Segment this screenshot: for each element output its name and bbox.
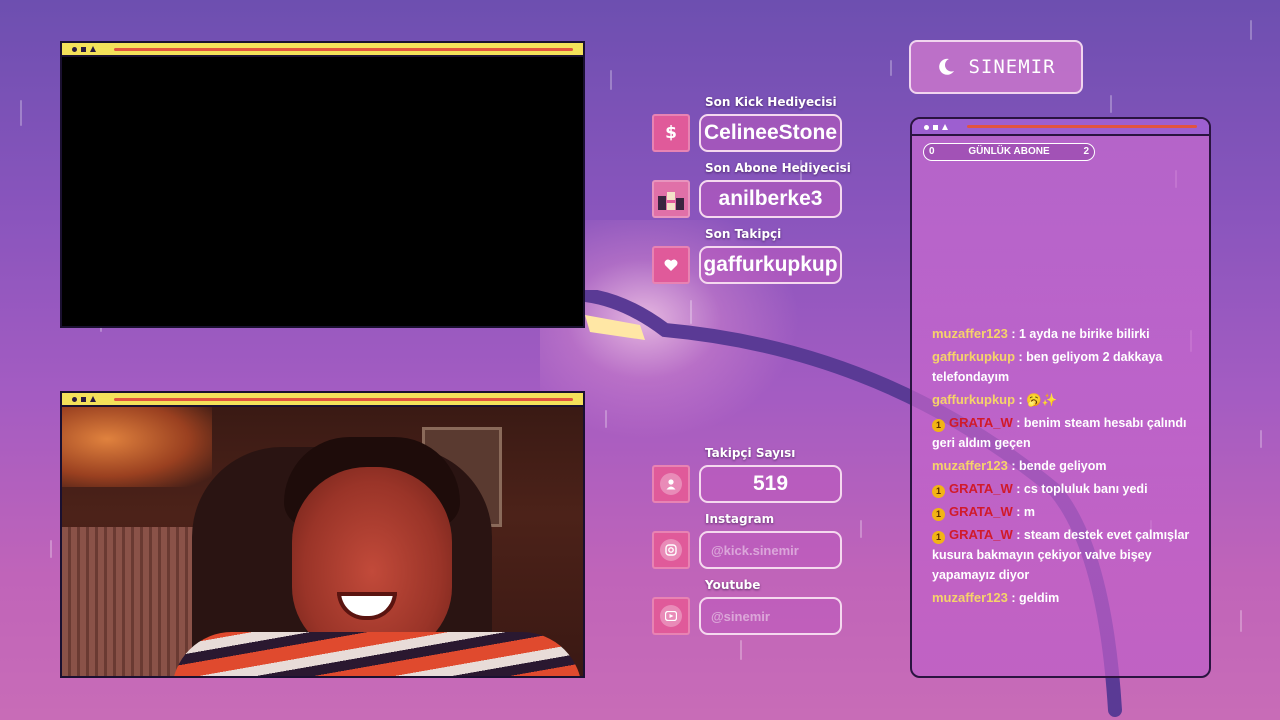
webcam-window (60, 391, 585, 678)
last-sub-gifter-label: Son Abone Hediyecisi (705, 161, 851, 175)
subscriber-badge-icon: 1 (932, 485, 945, 498)
cam-shirt (172, 632, 582, 676)
chat-message: 1 GRATA_W : benim steam hesabı çalındı ge… (932, 413, 1201, 453)
chat-username[interactable]: GRATA_W (949, 415, 1013, 430)
chat-username[interactable]: muzaffer123 (932, 590, 1008, 605)
chat-window: 0 GÜNLÜK ABONE 2 muzaffer123 : 1 ayda ne… (910, 117, 1211, 678)
chat-username[interactable]: GRATA_W (949, 481, 1013, 496)
subscriber-badge-icon: 1 (932, 531, 945, 544)
channel-name: SINEMIR (968, 56, 1056, 78)
dollar-icon: $ (652, 114, 690, 152)
youtube-handle: @sinemir (699, 597, 842, 635)
youtube-label: Youtube (705, 578, 761, 592)
instagram-label: Instagram (705, 512, 775, 526)
channel-brand-button[interactable]: SINEMIR (909, 40, 1083, 94)
rain-streak (890, 60, 892, 76)
window-accent-line (114, 48, 573, 51)
subscriber-badge-icon: 1 (932, 419, 945, 432)
rain-streak (20, 100, 22, 126)
cam-lamp (62, 407, 212, 487)
chat-titlebar (912, 119, 1209, 136)
webcam-feed (62, 407, 583, 676)
goal-max: 2 (1083, 146, 1089, 157)
window-square-icon (81, 46, 86, 52)
window-square-icon (81, 396, 86, 402)
window-dot-icon (72, 396, 77, 402)
chat-username[interactable]: muzaffer123 (932, 326, 1008, 341)
chat-username[interactable]: muzaffer123 (932, 458, 1008, 473)
chat-message: gaffurkupkup : 🥱✨ (932, 390, 1201, 410)
chat-message: muzaffer123 : geldim (932, 588, 1201, 608)
chat-message-list: muzaffer123 : 1 ayda ne birike bilirki ga… (932, 324, 1201, 611)
chat-message: muzaffer123 : bende geliyom (932, 456, 1201, 476)
last-gifter-label: Son Kick Hediyecisi (705, 95, 837, 109)
last-sub-gifter-value: anilberke3 (699, 180, 842, 218)
instagram-icon (652, 531, 690, 569)
daily-sub-goal-bar: 0 GÜNLÜK ABONE 2 (923, 143, 1095, 161)
rain-streak (1250, 20, 1252, 40)
rain-streak (1260, 430, 1262, 448)
gift-box-icon (652, 180, 690, 218)
chat-message-text: : bende geliyom (1007, 459, 1107, 473)
last-follower-label: Son Takipçi (705, 227, 782, 241)
rain-streak (605, 410, 607, 428)
youtube-icon (652, 597, 690, 635)
rain-streak (690, 300, 692, 324)
chat-message: 1 GRATA_W : cs topluluk banı yedi (932, 479, 1201, 499)
last-gifter-value: CelineeStone (699, 114, 842, 152)
window-triangle-icon (942, 124, 948, 130)
window-triangle-icon (90, 46, 96, 52)
window-dot-icon (72, 46, 77, 52)
window-square-icon (933, 124, 938, 130)
cam-face (292, 467, 452, 657)
follower-count-label: Takipçi Sayısı (705, 446, 796, 460)
chat-username[interactable]: gaffurkupkup (932, 349, 1015, 364)
chat-message: 1 GRATA_W : steam destek evet çalmışlar k… (932, 525, 1201, 585)
screen-capture-window (60, 41, 585, 328)
goal-title: GÜNLÜK ABONE (968, 146, 1050, 157)
chat-message-text: : m (1012, 505, 1036, 519)
chat-message: muzaffer123 : 1 ayda ne birike bilirki (932, 324, 1201, 344)
follower-count-value: 519 (699, 465, 842, 503)
chat-username[interactable]: GRATA_W (949, 504, 1013, 519)
instagram-handle: @kick.sinemir (699, 531, 842, 569)
last-follower-value: gaffurkupkup (699, 246, 842, 284)
window-triangle-icon (90, 396, 96, 402)
chat-message: gaffurkupkup : ben geliyom 2 dakkaya tel… (932, 347, 1201, 387)
chat-message-text: : 🥱✨ (1015, 393, 1058, 407)
window-accent-line (967, 125, 1197, 128)
user-icon (652, 465, 690, 503)
chat-message: 1 GRATA_W : m (932, 502, 1201, 522)
rain-streak (860, 520, 862, 538)
subscriber-badge-icon: 1 (932, 508, 945, 521)
moon-icon (939, 58, 955, 75)
window-dot-icon (924, 124, 929, 130)
chat-message-text: : 1 ayda ne birike bilirki (1007, 327, 1150, 341)
window-accent-line (114, 398, 573, 401)
chat-username[interactable]: GRATA_W (949, 527, 1013, 542)
rain-streak (740, 640, 742, 660)
rain-streak (1240, 610, 1242, 632)
rain-streak (610, 70, 612, 90)
rain-streak (50, 540, 52, 558)
window-titlebar (62, 393, 583, 407)
heart-icon (652, 246, 690, 284)
chat-message-text: : geldim (1007, 591, 1060, 605)
chat-message-text: : cs topluluk banı yedi (1012, 482, 1148, 496)
rain-streak (1110, 95, 1112, 113)
window-titlebar (62, 43, 583, 57)
chat-username[interactable]: gaffurkupkup (932, 392, 1015, 407)
